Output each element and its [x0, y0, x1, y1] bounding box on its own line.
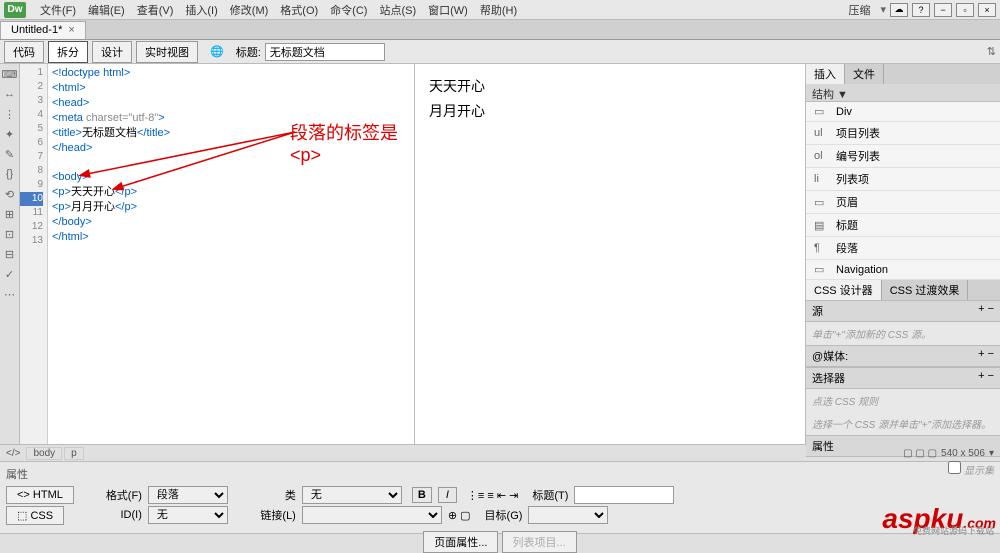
html-mode-button[interactable]: <> HTML	[6, 486, 74, 504]
showset-checkbox[interactable]	[948, 461, 961, 474]
add-selector-button[interactable]: + −	[978, 370, 994, 386]
css-selector-hint2: 选择一个 CSS 源并单击"+"添加选择器。	[806, 412, 1000, 435]
class-select[interactable]: 无	[302, 486, 402, 504]
css-source-hint: 单击"+"添加新的 CSS 源。	[806, 322, 1000, 345]
bc-p[interactable]: p	[64, 447, 84, 460]
sync-icon[interactable]: ☁	[890, 3, 908, 17]
menu-help[interactable]: 帮助(H)	[474, 0, 523, 20]
link-browse-icon[interactable]: ⊕ ▢	[448, 509, 471, 522]
file-tab[interactable]: 文件	[845, 64, 884, 84]
format-select[interactable]: 段落	[148, 486, 228, 504]
page-props-button[interactable]: 页面属性...	[423, 531, 498, 553]
insert-ul[interactable]: ul项目列表	[806, 122, 1000, 145]
tool-icon[interactable]: ⊟	[2, 246, 18, 262]
tool-icon[interactable]: ⋯	[2, 286, 18, 302]
css-media-label: @媒体:	[812, 348, 848, 364]
menu-view[interactable]: 查看(V)	[131, 0, 180, 20]
bold-button[interactable]: B	[412, 487, 432, 503]
watermark-sub: 免费网站源码下载站	[913, 524, 994, 537]
app-logo: Dw	[4, 2, 26, 18]
tool-icon[interactable]: ⊡	[2, 226, 18, 242]
preview-pane[interactable]: 天天开心 月月开心	[415, 64, 805, 444]
css-mode-button[interactable]: ⬚ CSS	[6, 506, 64, 525]
viewport-size: 540 x 506	[941, 448, 985, 459]
code-editor[interactable]: 123 456 789 1011 1213 <!doctype html> <h…	[20, 64, 415, 444]
css-designer-tab[interactable]: CSS 设计器	[806, 280, 882, 300]
insert-paragraph[interactable]: ¶段落	[806, 237, 1000, 260]
italic-button[interactable]: I	[438, 487, 457, 503]
menu-format[interactable]: 格式(O)	[274, 0, 324, 20]
insert-tab[interactable]: 插入	[806, 64, 845, 84]
tool-icon[interactable]: ⊞	[2, 206, 18, 222]
menu-modify[interactable]: 修改(M)	[224, 0, 275, 20]
id-select[interactable]: 无	[148, 506, 228, 524]
title-input[interactable]	[265, 43, 385, 61]
add-media-button[interactable]: + −	[978, 348, 994, 364]
title-field[interactable]	[574, 486, 674, 504]
bc-body[interactable]: body	[26, 447, 62, 460]
annotation-text: 段落的标签是<p>	[290, 119, 414, 166]
code-view-button[interactable]: 代码	[4, 41, 44, 63]
minimize-button[interactable]: −	[934, 3, 952, 17]
menu-file[interactable]: 文件(F)	[34, 0, 82, 20]
menu-edit[interactable]: 编辑(E)	[82, 0, 131, 20]
preview-p2: 月月开心	[429, 99, 791, 124]
insert-li[interactable]: li列表项	[806, 168, 1000, 191]
css-selector-label: 选择器	[812, 370, 845, 386]
document-tab[interactable]: Untitled-1* ×	[0, 21, 86, 39]
preview-p1: 天天开心	[429, 74, 791, 99]
title-label: 标题:	[236, 44, 261, 60]
device-icons[interactable]: ▢ ▢ ▢	[903, 448, 937, 459]
tool-icon[interactable]: ⌨	[2, 66, 18, 82]
document-tabs: Untitled-1* ×	[0, 20, 1000, 40]
css-props-label: 属性	[812, 438, 834, 454]
insert-nav[interactable]: ▭Navigation	[806, 260, 1000, 280]
right-panel: 插入 文件 结构 ▼ ▭Div ul项目列表 ol编号列表 li列表项 ▭页眉 …	[805, 64, 1000, 444]
insert-ol[interactable]: ol编号列表	[806, 145, 1000, 168]
css-selector-hint: 点选 CSS 规则	[806, 389, 1000, 412]
tool-icon[interactable]: ↔	[2, 86, 18, 102]
menu-insert[interactable]: 插入(I)	[179, 0, 223, 20]
insert-header[interactable]: ▭页眉	[806, 191, 1000, 214]
split-view-button[interactable]: 拆分	[48, 41, 88, 63]
tool-icon[interactable]: {}	[2, 166, 18, 182]
insert-heading[interactable]: ▤标题	[806, 214, 1000, 237]
list-buttons[interactable]: ⋮≡ ≡ ⇤ ⇥	[467, 489, 518, 502]
insert-list: ▭Div ul项目列表 ol编号列表 li列表项 ▭页眉 ▤标题 ¶段落 ▭Na…	[806, 102, 1000, 280]
maximize-button[interactable]: ▫	[956, 3, 974, 17]
close-button[interactable]: ×	[978, 3, 996, 17]
tool-icon[interactable]: ✦	[2, 126, 18, 142]
menu-window[interactable]: 窗口(W)	[422, 0, 474, 20]
help-icon[interactable]: ?	[912, 3, 930, 17]
live-view-button[interactable]: 实时视图	[136, 41, 198, 63]
document-tab-label: Untitled-1*	[11, 24, 62, 36]
menubar: Dw 文件(F) 编辑(E) 查看(V) 插入(I) 修改(M) 格式(O) 命…	[0, 0, 1000, 20]
view-toolbar: 代码 拆分 设计 实时视图 🌐 标题: ⇅	[0, 40, 1000, 64]
design-view-button[interactable]: 设计	[92, 41, 132, 63]
tool-icon[interactable]: ✎	[2, 146, 18, 162]
tool-icon[interactable]: ⟲	[2, 186, 18, 202]
link-select[interactable]	[302, 506, 442, 524]
add-source-button[interactable]: + −	[978, 303, 994, 319]
line-gutter: 123 456 789 1011 1213	[20, 64, 48, 444]
menu-site[interactable]: 站点(S)	[373, 0, 422, 20]
close-tab-icon[interactable]: ×	[68, 24, 74, 36]
css-transition-tab[interactable]: CSS 过渡效果	[882, 280, 969, 300]
list-item-button[interactable]: 列表项目...	[502, 531, 577, 553]
more-icon[interactable]: ⇅	[987, 45, 996, 58]
css-source-label: 源	[812, 303, 823, 319]
insert-div[interactable]: ▭Div	[806, 102, 1000, 122]
left-icon-bar: ⌨ ↔ ⋮ ✦ ✎ {} ⟲ ⊞ ⊡ ⊟ ✓ ⋯	[0, 64, 20, 444]
structure-dropdown[interactable]: 结构 ▼	[806, 84, 1000, 102]
compact-dropdown[interactable]: 压缩	[842, 0, 876, 20]
target-select[interactable]	[528, 506, 608, 524]
tool-icon[interactable]: ⋮	[2, 106, 18, 122]
tool-icon[interactable]: ✓	[2, 266, 18, 282]
menu-command[interactable]: 命令(C)	[324, 0, 373, 20]
